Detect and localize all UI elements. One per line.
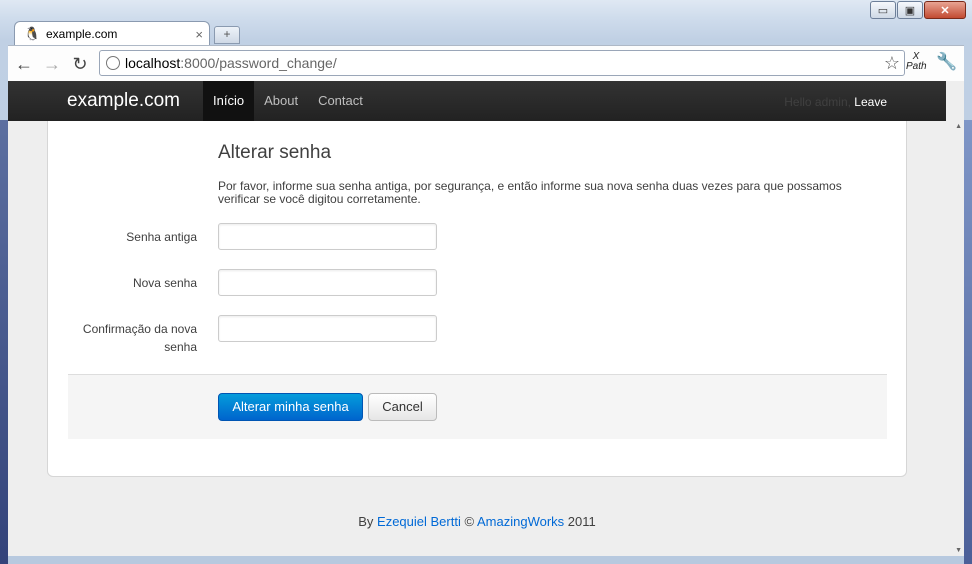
leave-link[interactable]: Leave xyxy=(854,95,887,109)
content-card: Alterar senha Por favor, informe sua sen… xyxy=(47,121,907,477)
footer-year: 2011 xyxy=(567,514,596,529)
tab-title: example.com xyxy=(46,27,118,41)
xpath-extension-icon[interactable]: X Path xyxy=(906,52,927,72)
author-link[interactable]: Ezequiel Bertti xyxy=(377,514,461,529)
page-title: Alterar senha xyxy=(218,142,332,163)
site-navbar: example.com Início About Contact Hello a… xyxy=(8,81,946,121)
change-password-button[interactable]: Alterar minha senha xyxy=(218,393,363,421)
url-host: localhost xyxy=(125,55,181,71)
tab-close-icon[interactable]: × xyxy=(195,27,203,42)
tux-icon: 🐧 xyxy=(24,26,41,41)
old-password-label: Senha antiga xyxy=(126,230,197,244)
new-password-label: Nova senha xyxy=(132,276,197,290)
xpath-line2: Path xyxy=(906,61,927,72)
url-path: :8000/password_change/ xyxy=(180,55,337,71)
browser-tab[interactable]: 🐧 example.com × xyxy=(14,21,210,46)
footer-by: By xyxy=(358,514,374,529)
address-bar[interactable]: localhost:8000/password_change/ ☆ xyxy=(99,50,905,76)
window-controls: ▭ ▣ ✕ xyxy=(869,1,966,19)
nav-menu: Início About Contact xyxy=(203,81,373,121)
nav-item-contact[interactable]: Contact xyxy=(308,81,373,121)
form-description: Por favor, informe sua senha antiga, por… xyxy=(218,179,842,206)
user-greeting: Hello admin, Leave xyxy=(784,95,887,109)
page-viewport: ▲ ▼ example.com Início About Contact Hel… xyxy=(8,81,964,556)
confirm-password-label: Confirmação da nova senha xyxy=(82,322,197,354)
wrench-icon[interactable]: 🔧 xyxy=(936,52,957,72)
globe-icon xyxy=(106,56,120,70)
cancel-button[interactable]: Cancel xyxy=(368,393,437,421)
confirm-password-input[interactable] xyxy=(218,315,437,342)
restore-button[interactable]: ▣ xyxy=(897,1,923,19)
company-link[interactable]: AmazingWorks xyxy=(477,514,564,529)
desktop-background-right xyxy=(964,120,972,564)
nav-item-about[interactable]: About xyxy=(254,81,308,121)
reload-icon[interactable]: ↻ xyxy=(68,52,92,76)
back-icon[interactable]: ← xyxy=(12,52,36,76)
site-brand[interactable]: example.com xyxy=(67,90,180,112)
close-window-button[interactable]: ✕ xyxy=(924,1,966,19)
scroll-up-icon[interactable]: ▲ xyxy=(955,123,962,130)
forward-icon[interactable]: → xyxy=(40,52,64,76)
greeting-text: Hello admin, xyxy=(784,95,851,109)
bookmark-star-icon[interactable]: ☆ xyxy=(884,53,900,74)
old-password-input[interactable] xyxy=(218,223,437,250)
page-footer: By Ezequiel Bertti © AmazingWorks 2011 xyxy=(8,514,946,529)
new-password-input[interactable] xyxy=(218,269,437,296)
browser-toolbar: ← → ↻ localhost:8000/password_change/ ☆ … xyxy=(8,45,964,82)
scroll-down-icon[interactable]: ▼ xyxy=(955,547,962,554)
nav-item-inicio[interactable]: Início xyxy=(203,81,255,121)
footer-copyright: © xyxy=(464,514,475,529)
browser-window: ▭ ▣ ✕ 🐧 example.com × + ← → ↻ localhost:… xyxy=(0,0,972,564)
desktop-background-left xyxy=(0,120,8,564)
form-actions: Alterar minha senha Cancel xyxy=(68,374,887,439)
minimize-button[interactable]: ▭ xyxy=(870,1,896,19)
new-tab-button[interactable]: + xyxy=(214,26,240,44)
